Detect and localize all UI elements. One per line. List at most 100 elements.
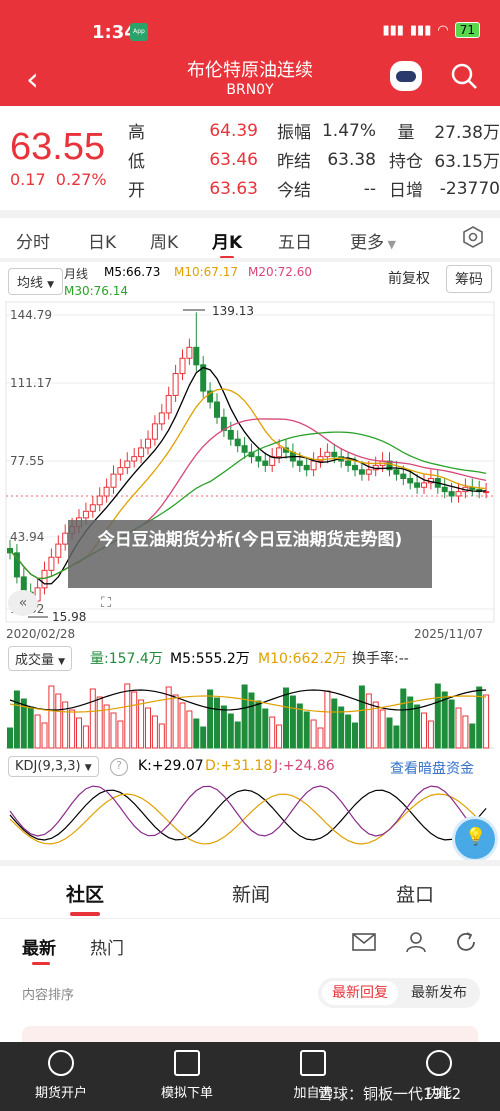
volume-bar [41,722,48,749]
user-icon[interactable] [404,930,428,954]
ma-type-dropdown[interactable]: 均线 ▼ [8,268,64,295]
volume-bar [441,691,448,749]
volume-m5: M5:555.2万 [170,651,250,667]
tab-news[interactable]: 新闻 [232,880,270,907]
candle-body [455,491,462,497]
tab-five-day[interactable]: 五日 [278,228,312,253]
sub-tabs: 最新 热门 [0,928,500,972]
volume-bar [434,683,441,749]
volume-bar [248,692,255,749]
divider [0,918,500,919]
candle-body [283,447,289,453]
volume-bar [310,719,317,749]
volume-bar [55,693,62,749]
volume-bar [34,714,41,749]
volume-bar [338,706,345,749]
volume-m10: M10:662.2万 [258,651,347,667]
end-date: 2025/11/07 [414,627,484,641]
candle-body [393,469,400,475]
period-label: 月线 [64,267,89,281]
settings-icon[interactable] [462,226,484,248]
candle-body [41,569,48,589]
candle-body [214,401,220,418]
indicator-dropdown[interactable]: 成交量 ▼ [8,646,73,671]
volume-bar [13,690,20,749]
refresh-icon[interactable] [454,930,478,954]
tab-weekly-k[interactable]: 周K [150,228,178,253]
sort-latest-reply[interactable]: 最新回复 [322,981,398,1005]
change-percent: 0.27% [55,170,107,189]
candle-body [124,460,131,469]
candle-body [186,346,193,359]
signal2-icon: ▮▮▮ [409,22,432,38]
candle-body [220,416,227,431]
page-subtitle: BRN0Y [226,82,274,98]
subtab-latest[interactable]: 最新 [22,934,56,959]
account-icon [48,1050,74,1076]
quote-label: 振幅 [277,123,311,143]
volume-bar [227,713,234,749]
tab-intraday[interactable]: 分时 [16,228,50,253]
quote-value: 63.63 [209,178,258,199]
scroll-left-icon[interactable]: « [8,590,38,616]
hint-bulb-button[interactable] [455,819,495,859]
candle-body [165,394,172,414]
tab-daily-k[interactable]: 日K [88,228,116,253]
quote-label: 持仓 [389,152,423,172]
nav-simulated-order[interactable]: 模拟下单 [142,1050,232,1101]
chips-button[interactable]: 筹码 [446,265,492,293]
sort-label: 内容排序 [22,988,75,1003]
dark-pool-link[interactable]: 查看暗盘资金 [390,758,474,778]
max-price-annotation: 139.13 [212,304,254,318]
mail-icon[interactable] [352,932,376,952]
change-value: 0.17 [10,170,46,189]
tab-order-book[interactable]: 盘口 [396,880,434,907]
chevron-down-icon: ▼ [58,657,66,667]
volume-bar [345,714,352,749]
kdj-label: KDJ(9,3,3) [15,759,81,774]
signal-icon: ▮▮▮ [382,22,404,38]
volume-bar [186,710,193,749]
kdj-dropdown[interactable]: KDJ(9,3,3) ▼ [8,756,99,777]
adjust-toggle[interactable]: 前复权 [388,268,430,288]
volume-bar [400,688,407,749]
search-icon[interactable] [450,62,478,90]
subtab-hot[interactable]: 热门 [90,934,124,959]
sort-latest-post[interactable]: 最新发布 [402,981,476,1005]
y-axis-label: 77.55 [10,454,45,468]
ma20-label: M20:72.60 [248,265,313,279]
help-icon[interactable]: ? [110,758,128,776]
y-axis-label: 144.79 [10,308,52,322]
y-axis-label: 43.94 [10,530,45,544]
nav-open-account[interactable]: 期货开户 [16,1050,106,1101]
volume-bar [62,701,69,749]
volume-bar [262,708,269,749]
quote-value: 63.38 [327,149,376,170]
fullscreen-icon[interactable]: ⛶ [92,590,120,616]
quote-row: 低 63.46 昨结 63.38 持仓 63.15万 [128,145,500,174]
volume-bar [117,720,124,749]
kdj-k-line [9,789,487,841]
candle-body [227,429,234,440]
tab-community[interactable]: 社区 [66,880,104,907]
candle-body [110,473,117,488]
volume-bar [276,724,283,749]
chevron-down-icon: ▼ [384,238,396,251]
tab-monthly-k[interactable]: 月K [212,228,242,259]
volume-bar [131,691,138,749]
volume-ma10-line [9,695,487,713]
candle-body [386,460,393,471]
quote-value: 63.46 [209,149,258,170]
volume-bar [27,706,34,749]
menu-icon [426,1050,452,1076]
tab-more[interactable]: 更多 ▼ [350,228,396,253]
candle-body [172,373,179,396]
volume-value: 量:157.4万 [90,651,163,667]
quote-value: 27.38万 [434,123,500,143]
candle-body [441,486,448,493]
order-icon [174,1050,200,1076]
volume-bar [296,703,303,749]
candle-body [255,456,262,462]
candle-body [276,447,283,458]
robot-assistant-icon[interactable] [390,61,422,91]
